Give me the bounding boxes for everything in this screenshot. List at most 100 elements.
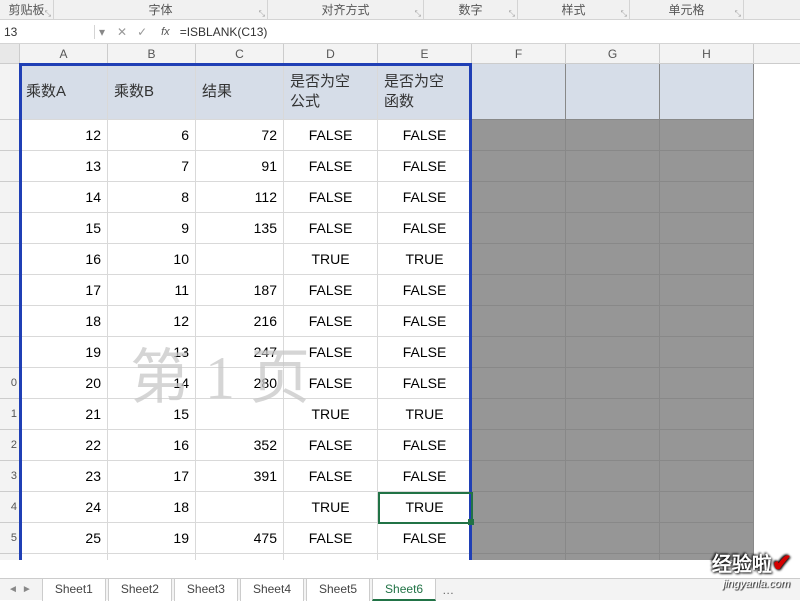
- name-box-dropdown-icon[interactable]: ▾: [95, 25, 109, 39]
- row-header[interactable]: 4: [0, 492, 20, 523]
- empty[interactable]: [472, 523, 566, 554]
- empty[interactable]: [566, 337, 660, 368]
- empty[interactable]: [566, 182, 660, 213]
- row-header[interactable]: 2: [0, 430, 20, 461]
- cell-c[interactable]: 475: [196, 523, 284, 554]
- empty[interactable]: [472, 368, 566, 399]
- ribbon-group-4[interactable]: 样式⤡: [518, 0, 630, 19]
- cell-d[interactable]: FALSE: [284, 275, 378, 306]
- cell-b[interactable]: 11: [108, 275, 196, 306]
- empty[interactable]: [566, 492, 660, 523]
- empty[interactable]: [566, 306, 660, 337]
- col-header-E[interactable]: E: [378, 44, 472, 63]
- empty[interactable]: [566, 554, 660, 560]
- cancel-icon[interactable]: ✕: [117, 25, 127, 39]
- cell-e[interactable]: FALSE: [378, 430, 472, 461]
- cell-e[interactable]: FALSE: [378, 554, 472, 560]
- col-header-F[interactable]: F: [472, 44, 566, 63]
- empty[interactable]: [472, 492, 566, 523]
- dialog-launcher-icon[interactable]: ⤡: [621, 9, 627, 19]
- row-header[interactable]: [0, 120, 20, 151]
- cell-b[interactable]: 16: [108, 430, 196, 461]
- empty[interactable]: [566, 430, 660, 461]
- empty[interactable]: [472, 430, 566, 461]
- hdr-a[interactable]: 乘数A: [20, 64, 108, 120]
- cell-a[interactable]: 21: [20, 399, 108, 430]
- col-header-B[interactable]: B: [108, 44, 196, 63]
- select-all-corner[interactable]: [0, 44, 20, 63]
- col-header-A[interactable]: A: [20, 44, 108, 63]
- row-header[interactable]: [0, 213, 20, 244]
- cell-e[interactable]: TRUE: [378, 244, 472, 275]
- cell-c[interactable]: [196, 492, 284, 523]
- fx-icon[interactable]: fx: [155, 26, 176, 38]
- cell-c[interactable]: 187: [196, 275, 284, 306]
- row-header[interactable]: 0: [0, 368, 20, 399]
- cell-a[interactable]: 22: [20, 430, 108, 461]
- formula-input[interactable]: =ISBLANK(C13): [176, 25, 800, 39]
- cell-d[interactable]: TRUE: [284, 492, 378, 523]
- cell-d[interactable]: FALSE: [284, 430, 378, 461]
- tab-last-icon[interactable]: ►: [22, 584, 32, 595]
- cell-a[interactable]: 23: [20, 461, 108, 492]
- row-header[interactable]: [0, 182, 20, 213]
- cell-e[interactable]: FALSE: [378, 275, 472, 306]
- col-header-D[interactable]: D: [284, 44, 378, 63]
- cell-e[interactable]: TRUE: [378, 492, 472, 523]
- empty[interactable]: [472, 275, 566, 306]
- cell-d[interactable]: FALSE: [284, 461, 378, 492]
- empty[interactable]: [660, 182, 754, 213]
- cell-e[interactable]: FALSE: [378, 213, 472, 244]
- cell-c[interactable]: 216: [196, 306, 284, 337]
- sheet-tab-sheet3[interactable]: Sheet3: [174, 578, 238, 601]
- ribbon-group-1[interactable]: 字体⤡: [54, 0, 268, 19]
- empty[interactable]: [472, 461, 566, 492]
- cell-c[interactable]: 280: [196, 368, 284, 399]
- cell-c[interactable]: 352: [196, 430, 284, 461]
- sheet-tab-sheet1[interactable]: Sheet1: [42, 578, 106, 601]
- cell-c[interactable]: [196, 244, 284, 275]
- cell-d[interactable]: FALSE: [284, 368, 378, 399]
- cell-b[interactable]: 19: [108, 523, 196, 554]
- hdr-c[interactable]: 结果: [196, 64, 284, 120]
- cell-e[interactable]: FALSE: [378, 306, 472, 337]
- row-header[interactable]: 6: [0, 554, 20, 560]
- col-header-G[interactable]: G: [566, 44, 660, 63]
- cell-e[interactable]: FALSE: [378, 461, 472, 492]
- empty[interactable]: [660, 213, 754, 244]
- empty[interactable]: [566, 151, 660, 182]
- ribbon-group-0[interactable]: 剪贴板⤡: [0, 0, 54, 19]
- empty[interactable]: [472, 399, 566, 430]
- sheet-tab-sheet6[interactable]: Sheet6: [372, 578, 436, 601]
- empty[interactable]: [472, 213, 566, 244]
- cell-b[interactable]: 6: [108, 120, 196, 151]
- empty[interactable]: [660, 275, 754, 306]
- cell-a[interactable]: 20: [20, 368, 108, 399]
- empty[interactable]: [472, 306, 566, 337]
- cell-a[interactable]: 24: [20, 492, 108, 523]
- row-header[interactable]: [0, 275, 20, 306]
- name-box[interactable]: 13: [0, 25, 95, 39]
- empty[interactable]: [566, 120, 660, 151]
- hdr-b[interactable]: 乘数B: [108, 64, 196, 120]
- cell-c[interactable]: 72: [196, 120, 284, 151]
- cell-b[interactable]: 8: [108, 182, 196, 213]
- empty[interactable]: [472, 554, 566, 560]
- cell-a[interactable]: 26: [20, 554, 108, 560]
- cell-d[interactable]: FALSE: [284, 182, 378, 213]
- dialog-launcher-icon[interactable]: ⤡: [415, 9, 421, 19]
- cell-b[interactable]: 17: [108, 461, 196, 492]
- cell-a[interactable]: 25: [20, 523, 108, 554]
- cell-d[interactable]: FALSE: [284, 120, 378, 151]
- cell-e[interactable]: FALSE: [378, 151, 472, 182]
- cell-c[interactable]: 247: [196, 337, 284, 368]
- cell-a[interactable]: 12: [20, 120, 108, 151]
- row-header[interactable]: [0, 151, 20, 182]
- cell-e[interactable]: FALSE: [378, 120, 472, 151]
- cell-b[interactable]: 13: [108, 337, 196, 368]
- empty[interactable]: [566, 368, 660, 399]
- dialog-launcher-icon[interactable]: ⤡: [735, 9, 741, 19]
- empty[interactable]: [660, 244, 754, 275]
- cell-b[interactable]: 10: [108, 244, 196, 275]
- empty[interactable]: [472, 337, 566, 368]
